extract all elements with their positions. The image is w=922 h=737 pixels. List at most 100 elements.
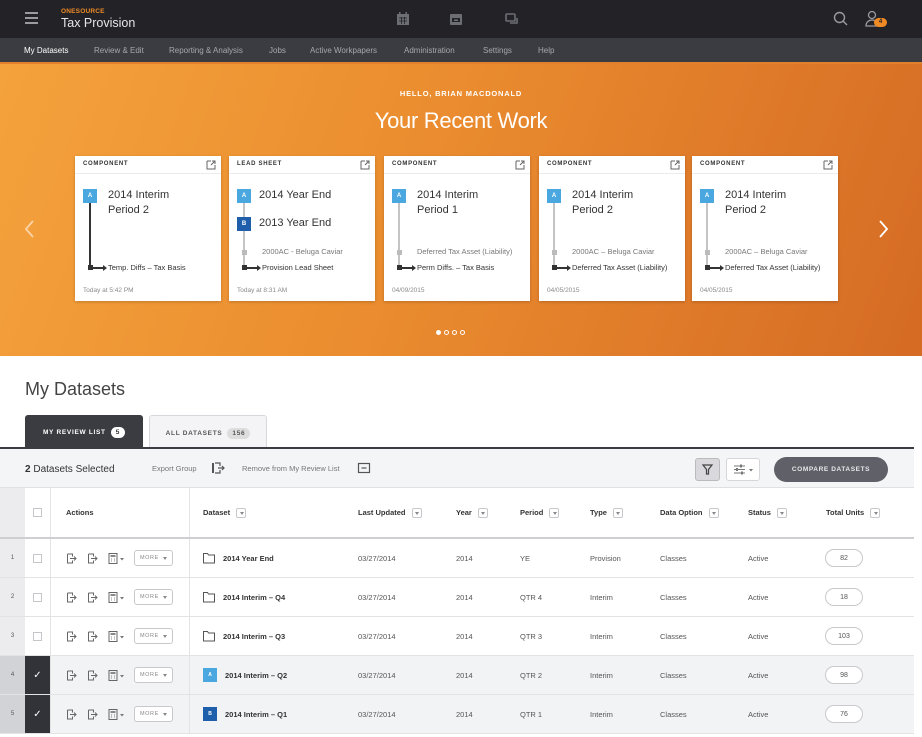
sort-dropdown-icon[interactable] <box>870 507 881 518</box>
nav-review-edit[interactable]: Review & Edit <box>94 38 144 64</box>
inbox-icon[interactable] <box>447 10 465 28</box>
external-link-icon[interactable] <box>206 160 216 170</box>
total-units-pill[interactable]: 103 <box>825 627 863 645</box>
col-year[interactable]: Year <box>456 488 488 537</box>
column-settings-button[interactable] <box>726 458 760 481</box>
import-icon[interactable] <box>66 553 77 564</box>
more-menu-button[interactable]: MORE <box>134 628 173 644</box>
export-icon[interactable] <box>87 709 98 720</box>
col-total-units[interactable]: Total Units <box>826 488 881 537</box>
import-icon[interactable] <box>66 670 77 681</box>
carousel-prev-icon[interactable] <box>20 214 40 244</box>
nav-settings[interactable]: Settings <box>483 38 512 64</box>
select-all-checkbox[interactable] <box>33 508 42 517</box>
pager-dot[interactable] <box>444 330 449 335</box>
sort-dropdown-icon[interactable] <box>411 507 422 518</box>
export-icon[interactable] <box>87 631 98 642</box>
nav-jobs[interactable]: Jobs <box>269 38 286 64</box>
dataset-name[interactable]: 2014 Interim – Q2 <box>225 671 287 680</box>
col-period[interactable]: Period <box>520 488 560 537</box>
sort-dropdown-icon[interactable] <box>549 507 560 518</box>
calculator-icon[interactable] <box>108 552 126 564</box>
col-type[interactable]: Type <box>590 488 623 537</box>
export-icon[interactable] <box>211 461 225 475</box>
pager-dot[interactable] <box>452 330 457 335</box>
total-units-pill[interactable]: 18 <box>825 588 863 606</box>
recent-card[interactable]: COMPONENT A 2014 Interim Period 2 Temp. D… <box>75 156 221 301</box>
row-checkbox[interactable] <box>33 631 42 641</box>
dataset-cell[interactable]: A 2014 Interim – Q2 <box>203 656 287 694</box>
dataset-name[interactable]: 2014 Interim – Q3 <box>223 632 285 641</box>
sort-dropdown-icon[interactable] <box>236 507 247 518</box>
tab-all-datasets[interactable]: ALL DATASETS 156 <box>149 415 267 447</box>
more-menu-button[interactable]: MORE <box>134 550 173 566</box>
sort-dropdown-icon[interactable] <box>708 507 719 518</box>
remove-from-review-link[interactable]: Remove from My Review List <box>242 464 340 473</box>
external-link-icon[interactable] <box>360 160 370 170</box>
user-notifications-button[interactable]: 4 <box>865 10 891 30</box>
row-checkbox[interactable] <box>33 592 42 602</box>
sort-dropdown-icon[interactable] <box>477 507 488 518</box>
calculator-icon[interactable] <box>108 591 126 603</box>
export-group-link[interactable]: Export Group <box>152 464 197 473</box>
more-menu-button[interactable]: MORE <box>134 706 173 722</box>
total-units-pill[interactable]: 76 <box>825 705 863 723</box>
sort-dropdown-icon[interactable] <box>612 507 623 518</box>
import-icon[interactable] <box>66 592 77 603</box>
menu-icon[interactable] <box>25 12 38 24</box>
col-data-option[interactable]: Data Option <box>660 488 719 537</box>
recent-card[interactable]: COMPONENT A 2014 Interim Period 2 2000AC … <box>692 156 838 301</box>
export-icon[interactable] <box>87 553 98 564</box>
table-row[interactable]: 3 ✓ MORE 2014 Interim – Q3 03/27/2014 20… <box>0 617 914 656</box>
chat-icon[interactable] <box>503 10 521 28</box>
more-menu-button[interactable]: MORE <box>134 589 173 605</box>
export-icon[interactable] <box>87 670 98 681</box>
table-row[interactable]: 5 ✓ MORE B 2014 Interim – Q1 03/27/2014 … <box>0 695 914 734</box>
dataset-name[interactable]: 2014 Interim – Q1 <box>225 710 287 719</box>
total-units-pill[interactable]: 98 <box>825 666 863 684</box>
search-icon[interactable] <box>832 10 850 28</box>
row-checkbox-checked[interactable]: ✓ <box>33 670 41 681</box>
nav-active-workpapers[interactable]: Active Workpapers <box>310 38 377 64</box>
filter-button[interactable] <box>695 458 720 481</box>
import-icon[interactable] <box>66 631 77 642</box>
calendar-icon[interactable] <box>394 10 412 28</box>
external-link-icon[interactable] <box>823 160 833 170</box>
calculator-icon[interactable] <box>108 630 126 642</box>
dataset-cell[interactable]: B 2014 Interim – Q1 <box>203 695 287 733</box>
nav-my-datasets[interactable]: My Datasets <box>24 38 69 66</box>
table-row[interactable]: 2 ✓ MORE 2014 Interim – Q4 03/27/2014 20… <box>0 578 914 617</box>
carousel-next-icon[interactable] <box>874 214 894 244</box>
table-row[interactable]: 4 ✓ MORE A 2014 Interim – Q2 03/27/2014 … <box>0 656 914 695</box>
recent-card[interactable]: COMPONENT A 2014 Interim Period 2 2000AC … <box>539 156 685 301</box>
tab-my-review-list[interactable]: MY REVIEW LIST 5 <box>25 415 143 447</box>
folder-minus-icon[interactable] <box>357 461 371 475</box>
pager-dot[interactable] <box>460 330 465 335</box>
more-menu-button[interactable]: MORE <box>134 667 173 683</box>
sort-dropdown-icon[interactable] <box>776 507 787 518</box>
col-last-updated[interactable]: Last Updated <box>358 488 422 537</box>
calculator-icon[interactable] <box>108 708 126 720</box>
pager-dot[interactable] <box>436 330 441 335</box>
calculator-icon[interactable] <box>108 669 126 681</box>
compare-datasets-button[interactable]: COMPARE DATASETS <box>774 457 888 482</box>
external-link-icon[interactable] <box>515 160 525 170</box>
dataset-cell[interactable]: 2014 Interim – Q3 <box>203 617 285 655</box>
recent-card[interactable]: COMPONENT A 2014 Interim Period 1 Deferre… <box>384 156 530 301</box>
nav-help[interactable]: Help <box>538 38 554 64</box>
import-icon[interactable] <box>66 709 77 720</box>
dataset-cell[interactable]: 2014 Interim – Q4 <box>203 578 285 616</box>
dataset-cell[interactable]: 2014 Year End <box>203 539 274 577</box>
row-checkbox[interactable] <box>33 553 42 563</box>
row-checkbox-checked[interactable]: ✓ <box>33 709 41 720</box>
total-units-pill[interactable]: 82 <box>825 549 863 567</box>
external-link-icon[interactable] <box>670 160 680 170</box>
dataset-name[interactable]: 2014 Year End <box>223 554 274 563</box>
col-status[interactable]: Status <box>748 488 787 537</box>
export-icon[interactable] <box>87 592 98 603</box>
nav-administration[interactable]: Administration <box>404 38 455 64</box>
col-dataset[interactable]: Dataset <box>203 488 247 537</box>
dataset-name[interactable]: 2014 Interim – Q4 <box>223 593 285 602</box>
recent-card[interactable]: LEAD SHEET A 2014 Year End B 2013 Year E… <box>229 156 375 301</box>
table-row[interactable]: 1 ✓ MORE 2014 Year End 03/27/2014 2014 Y… <box>0 539 914 578</box>
